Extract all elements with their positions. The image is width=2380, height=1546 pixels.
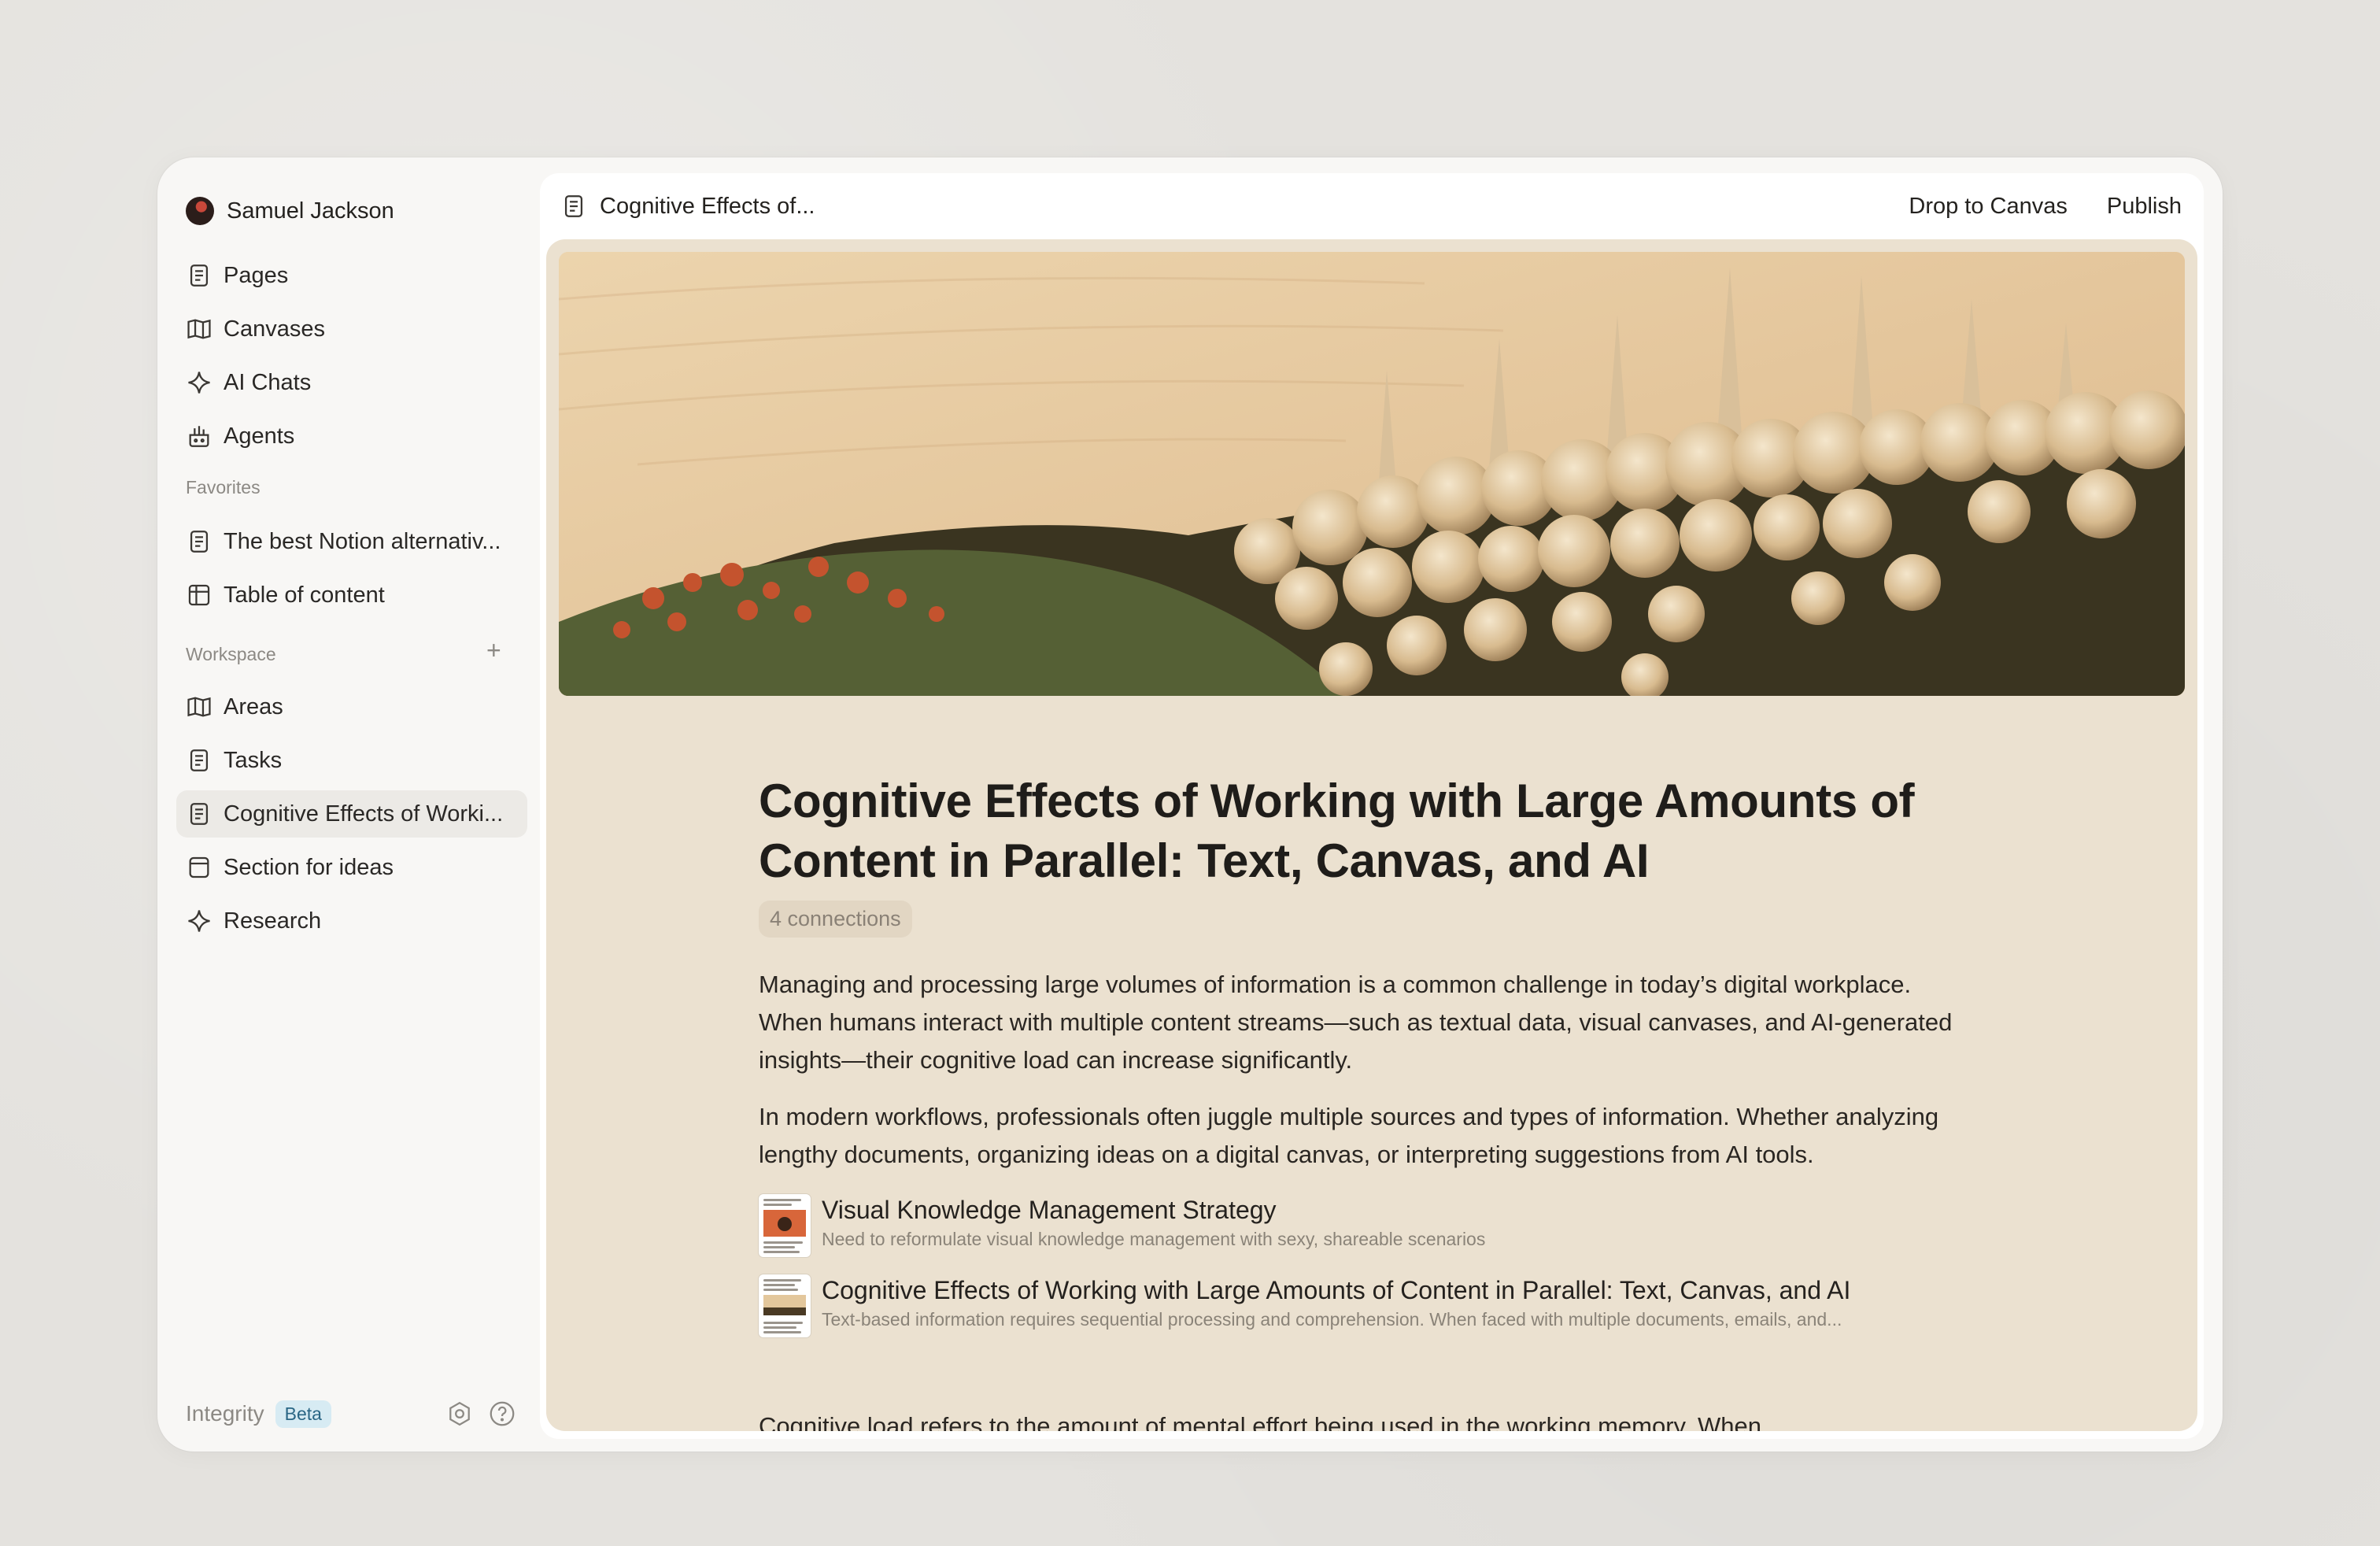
doc-title-breadcrumb[interactable]: Cognitive Effects of...: [600, 194, 815, 220]
sparkle-icon: [188, 910, 210, 932]
paragraph[interactable]: Managing and processing large volumes of…: [759, 966, 1971, 1079]
table-icon: [188, 584, 210, 606]
page-thumbnail: [759, 1194, 811, 1257]
sidebar: Samuel Jackson Pages Canvases AI Chats A…: [157, 157, 540, 1452]
page-icon: [190, 531, 209, 553]
nav-item-ai-chats[interactable]: AI Chats: [176, 359, 527, 406]
nav-item-pages[interactable]: Pages: [176, 252, 527, 299]
nav-item-agents[interactable]: Agents: [176, 412, 527, 460]
favorite-item-table-of-content[interactable]: Table of content: [176, 571, 527, 619]
sidebar-footer: Integrity Beta: [186, 1395, 516, 1433]
workspace-item-tasks[interactable]: Tasks: [176, 737, 527, 784]
linked-page-card[interactable]: Visual Knowledge Management Strategy Nee…: [759, 1194, 1971, 1257]
user-profile[interactable]: Samuel Jackson: [186, 189, 394, 233]
user-name: Samuel Jackson: [227, 198, 394, 224]
add-workspace-item-button[interactable]: +: [486, 636, 501, 665]
linked-page-description: Text-based information requires sequenti…: [822, 1309, 1842, 1330]
article-body: Cognitive Effects of Working with Large …: [759, 771, 1971, 1337]
app-window: Samuel Jackson Pages Canvases AI Chats A…: [157, 157, 2223, 1452]
drop-to-canvas-button[interactable]: Drop to Canvas: [1909, 194, 2068, 220]
workspace-label: Workspace: [186, 644, 276, 664]
top-bar: Cognitive Effects of... Drop to Canvas P…: [540, 173, 2204, 239]
linked-page-title: Cognitive Effects of Working with Large …: [822, 1276, 1851, 1304]
workspace-item-section-for-ideas[interactable]: Section for ideas: [176, 844, 527, 891]
page-icon: [190, 749, 209, 771]
help-icon[interactable]: [488, 1400, 516, 1428]
main-nav: Pages Canvases AI Chats Agents: [176, 252, 527, 466]
nav-item-canvases[interactable]: Canvases: [176, 305, 527, 353]
workspace-item-areas[interactable]: Areas: [176, 683, 527, 730]
page-thumbnail: [759, 1274, 811, 1337]
workspace-nav: Areas Tasks Cognitive Effects of Worki..…: [176, 683, 527, 951]
beta-badge: Beta: [275, 1400, 331, 1428]
page-title[interactable]: Cognitive Effects of Working with Large …: [759, 771, 1971, 891]
linked-page-description: Need to reformulate visual knowledge man…: [822, 1229, 1486, 1249]
favorite-item-notion-alternative[interactable]: The best Notion alternativ...: [176, 518, 527, 565]
favorites-label: Favorites: [186, 477, 261, 497]
favorites-nav: The best Notion alternativ... Table of c…: [176, 518, 527, 625]
thumbnail-image: [763, 1210, 806, 1237]
paragraph[interactable]: In modern workflows, professionals often…: [759, 1098, 1971, 1174]
cover-image[interactable]: [559, 252, 2185, 696]
settings-icon[interactable]: [445, 1400, 474, 1428]
brand-name: Integrity: [186, 1401, 264, 1426]
book-icon: [187, 697, 211, 717]
section-icon: [189, 856, 209, 878]
document-content: Cognitive Effects of Working with Large …: [546, 239, 2197, 1431]
page-icon: [190, 803, 209, 825]
linked-page-card[interactable]: Cognitive Effects of Working with Large …: [759, 1274, 1971, 1337]
page-icon: [190, 264, 209, 287]
paragraph[interactable]: Cognitive load refers to the amount of m…: [759, 1412, 1971, 1431]
book-icon: [187, 319, 211, 339]
agent-icon: [189, 426, 209, 447]
workspace-item-cognitive-effects[interactable]: Cognitive Effects of Worki...: [176, 790, 527, 838]
connections-badge[interactable]: 4 connections: [759, 901, 912, 938]
avatar: [186, 197, 214, 225]
page-icon: [564, 195, 583, 217]
cover-illustration: [559, 252, 2185, 696]
sparkle-icon: [188, 372, 210, 394]
thumbnail-image: [763, 1295, 806, 1315]
main-panel: Cognitive Effects of... Drop to Canvas P…: [540, 173, 2204, 1439]
publish-button[interactable]: Publish: [2107, 194, 2182, 220]
linked-page-title: Visual Knowledge Management Strategy: [822, 1196, 1277, 1224]
workspace-item-research[interactable]: Research: [176, 897, 527, 945]
